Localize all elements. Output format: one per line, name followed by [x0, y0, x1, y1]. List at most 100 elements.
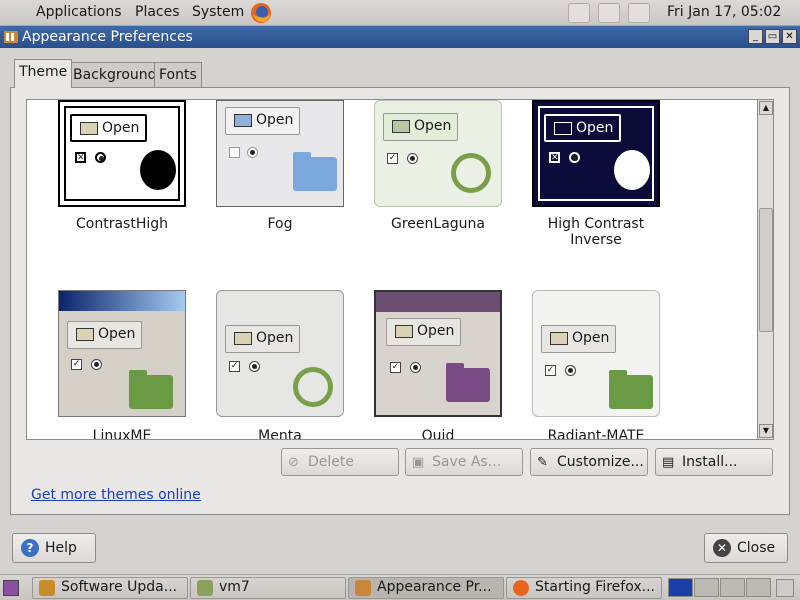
tab-theme[interactable]: Theme: [14, 59, 73, 88]
close-icon: ✕: [713, 539, 731, 557]
search-icon[interactable]: [568, 3, 590, 23]
theme-preview: Open ✓: [58, 290, 186, 417]
theme-name: Menta: [258, 428, 302, 440]
folder-open-icon: [76, 328, 94, 341]
maximize-button[interactable]: ▭: [765, 29, 780, 44]
brush-icon: ✎: [537, 455, 548, 470]
clock[interactable]: Fri Jan 17, 05:02: [667, 4, 781, 20]
top-panel: Applications Places System Fri Jan 17, 0…: [0, 0, 800, 26]
tab-fonts[interactable]: Fonts: [154, 62, 202, 88]
window-titlebar[interactable]: Appearance Preferences _ ▭ ✕: [0, 26, 800, 48]
task-software-update[interactable]: Software Upda...: [32, 577, 188, 599]
checkbox-preview: ✓: [387, 153, 398, 164]
firefox-icon[interactable]: [250, 2, 272, 24]
open-button-preview: Open: [386, 318, 462, 346]
open-button-preview: Open: [541, 325, 617, 353]
open-button-preview: Open: [67, 321, 143, 349]
workspace-3[interactable]: [720, 578, 745, 597]
checkbox-preview: ✓: [545, 365, 556, 376]
workspace-2[interactable]: [694, 578, 719, 597]
close-button[interactable]: ✕ Close: [704, 533, 788, 563]
show-desktop-icon[interactable]: [3, 580, 19, 596]
checkbox-preview: [229, 147, 240, 158]
save-as-button[interactable]: ▣ Save As...: [405, 448, 523, 476]
folder-icon: [129, 370, 173, 409]
help-button[interactable]: ? Help: [12, 533, 96, 563]
theme-preview: Open ✓: [216, 290, 344, 417]
appearance-icon: [355, 580, 371, 596]
radio-preview: [249, 361, 260, 372]
checkbox-preview: ✓: [390, 362, 401, 373]
volume-icon[interactable]: [628, 3, 650, 23]
task-vm7[interactable]: vm7: [190, 577, 346, 599]
theme-preview: Open ✕: [532, 100, 660, 207]
menu-places[interactable]: Places: [135, 4, 180, 20]
theme-preview: Open: [216, 100, 344, 207]
radio-preview: [91, 359, 102, 370]
open-button-preview: Open: [225, 325, 301, 353]
theme-list-scrollbar[interactable]: ▲ ▼: [757, 99, 774, 440]
radio-preview: [569, 152, 580, 163]
help-icon: ?: [21, 539, 39, 557]
checkbox-preview: ✓: [229, 361, 240, 372]
trash-icon[interactable]: [776, 579, 794, 597]
folder-open-icon: [234, 332, 252, 345]
folder-open-icon: [550, 332, 568, 345]
scrollbar-thumb[interactable]: [759, 208, 773, 332]
software-update-icon: [39, 580, 55, 596]
folder-icon: [293, 152, 337, 191]
folder-open-icon: [80, 122, 98, 135]
menu-applications[interactable]: Applications: [36, 4, 122, 20]
save-icon: ▣: [412, 455, 425, 470]
mate-logo-icon: [451, 153, 491, 193]
workspace-1[interactable]: [668, 578, 693, 597]
radio-preview: [247, 147, 258, 158]
gnome-foot-icon: [614, 150, 650, 190]
scroll-down-arrow-icon[interactable]: ▼: [759, 424, 773, 438]
customize-button[interactable]: ✎ Customize...: [530, 448, 648, 476]
checkbox-preview: ✓: [71, 359, 82, 370]
open-button-preview: Open: [383, 113, 459, 141]
theme-name: High Contrast Inverse: [547, 216, 645, 248]
network-icon[interactable]: [598, 3, 620, 23]
menu-system[interactable]: System: [192, 4, 244, 20]
theme-preview: Open ✓: [532, 290, 660, 417]
tab-background[interactable]: Background: [68, 62, 162, 88]
folder-open-icon: [395, 325, 413, 338]
delete-icon: ⊘: [288, 455, 299, 470]
theme-name: LinuxME: [92, 428, 152, 440]
system-tray: [568, 2, 660, 24]
folder-open-icon: [234, 114, 252, 127]
checkbox-preview: ✕: [549, 152, 560, 163]
open-button-preview: Open: [225, 107, 301, 135]
open-button-preview: Open: [544, 114, 622, 142]
scroll-up-arrow-icon[interactable]: ▲: [759, 101, 773, 115]
delete-button[interactable]: ⊘ Delete: [281, 448, 399, 476]
radio-preview: [410, 362, 421, 373]
theme-preview: Open ✕: [58, 100, 186, 207]
task-starting-firefox[interactable]: Starting Firefox...: [506, 577, 662, 599]
checkbox-preview: ✕: [75, 152, 86, 163]
minimize-button[interactable]: _: [748, 29, 763, 44]
theme-list[interactable]: Open ✕ ContrastHigh Open Fog Open ✓ Gree…: [26, 99, 758, 440]
folder-open-icon: [554, 122, 572, 135]
mate-logo-icon: [293, 367, 333, 407]
workspace-4[interactable]: [746, 578, 771, 597]
radio-preview: [565, 365, 576, 376]
theme-name: Quid: [421, 428, 455, 440]
gnome-foot-icon: [140, 150, 176, 190]
folder-icon: [197, 580, 213, 596]
package-icon: ▤: [662, 455, 675, 470]
radio-preview: [407, 153, 418, 164]
task-appearance-preferences[interactable]: Appearance Pr...: [348, 577, 504, 599]
theme-name: Fog: [267, 216, 293, 232]
theme-name: GreenLaguna: [391, 216, 485, 232]
theme-name: Radiant-MATE: [547, 428, 645, 440]
install-button[interactable]: ▤ Install...: [655, 448, 773, 476]
appearance-icon: [4, 31, 18, 43]
theme-preview: Open ✓: [374, 100, 502, 207]
get-more-themes-link[interactable]: Get more themes online: [31, 487, 201, 503]
radio-preview: [95, 152, 106, 163]
close-window-button[interactable]: ✕: [782, 29, 797, 44]
folder-icon: [609, 370, 653, 409]
